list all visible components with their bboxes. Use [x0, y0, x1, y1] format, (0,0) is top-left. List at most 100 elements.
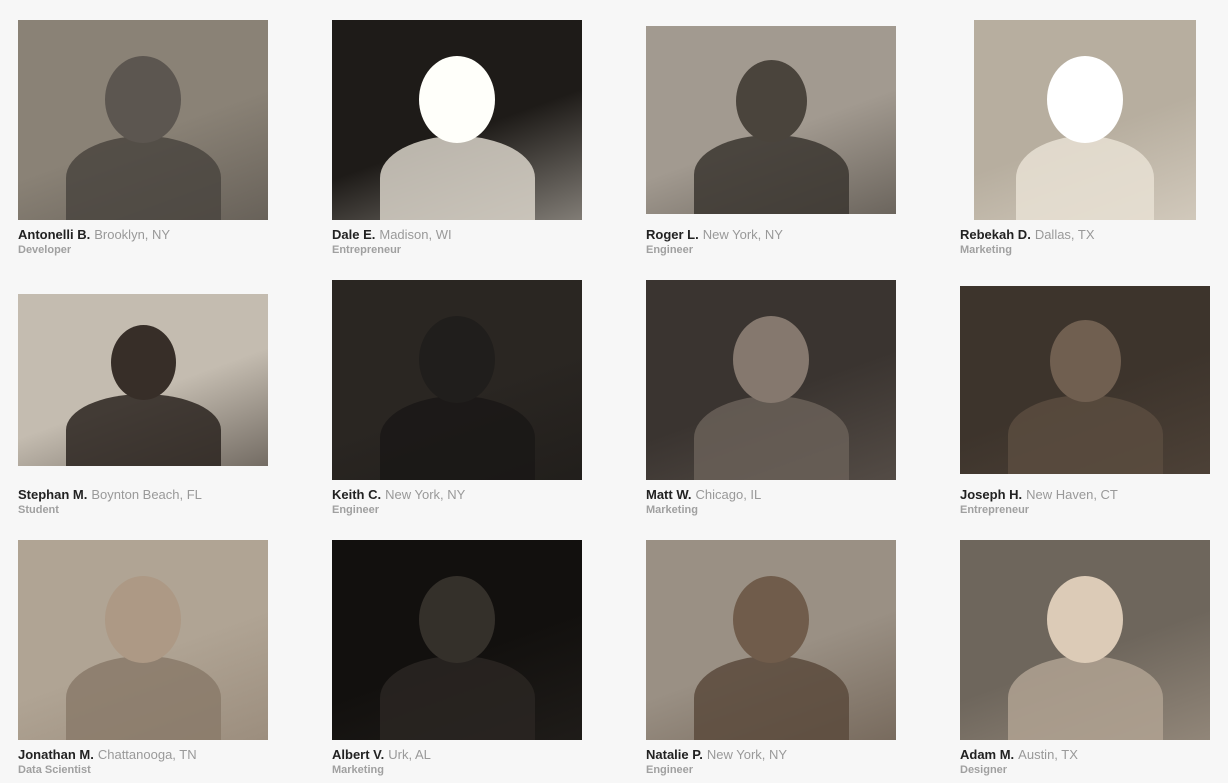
profile-location: New York, NY: [385, 487, 466, 502]
portrait-body-shape: [694, 135, 849, 214]
profile-photo[interactable]: [18, 294, 268, 466]
portrait-head-shape: [733, 576, 809, 663]
profile-card[interactable]: Rebekah D. Dallas, TX Marketing: [960, 20, 1210, 257]
profile-location: Austin, TX: [1018, 747, 1078, 762]
profile-role: Engineer: [646, 764, 694, 776]
profile-photo[interactable]: [332, 540, 582, 740]
profile-name[interactable]: Keith C.: [332, 487, 381, 502]
profile-name-line: Jonathan M. Chattanooga, TN: [18, 747, 268, 762]
portrait-head-shape: [733, 316, 809, 403]
profile-role: Data Scientist: [18, 764, 91, 776]
profile-location: Brooklyn, NY: [94, 227, 171, 242]
profile-photo-frame: [18, 280, 268, 480]
profile-photo[interactable]: [332, 20, 582, 220]
portrait-head-shape: [1047, 56, 1123, 143]
profile-location: New York, NY: [702, 227, 783, 242]
profile-card[interactable]: Antonelli B. Brooklyn, NY Developer: [18, 20, 268, 257]
profile-name-line: Roger L. New York, NY: [646, 227, 896, 242]
portrait-body-shape: [66, 656, 221, 740]
profile-card[interactable]: Jonathan M. Chattanooga, TN Data Scientist: [18, 540, 268, 777]
profile-name-line: Joseph H. New Haven, CT: [960, 487, 1210, 502]
profile-name[interactable]: Stephan M.: [18, 487, 87, 502]
profile-photo-frame: [960, 20, 1210, 220]
profile-role: Entrepreneur: [960, 504, 1030, 516]
profile-name[interactable]: Natalie P.: [646, 747, 703, 762]
portrait-body-shape: [66, 394, 221, 466]
profile-role: Designer: [960, 764, 1008, 776]
profile-role: Student: [18, 504, 59, 516]
profile-location: New York, NY: [706, 747, 788, 762]
portrait-head-shape: [419, 316, 495, 403]
profile-role: Engineer: [646, 244, 694, 256]
profile-photo-frame: [18, 20, 268, 220]
profile-photo[interactable]: [646, 26, 896, 214]
portrait-head-shape: [111, 325, 176, 400]
profile-card[interactable]: Stephan M. Boynton Beach, FL Student: [18, 280, 268, 517]
portrait-body-shape: [380, 656, 535, 740]
profile-photo[interactable]: [960, 540, 1210, 740]
portrait-body-shape: [694, 396, 849, 480]
profile-name-line: Stephan M. Boynton Beach, FL: [18, 487, 268, 502]
profile-name-line: Albert V. Urk, AL: [332, 747, 582, 762]
profile-card[interactable]: Roger L. New York, NY Engineer: [646, 20, 896, 257]
profile-name[interactable]: Jonathan M.: [18, 747, 94, 762]
profile-card[interactable]: Natalie P. New York, NY Engineer: [646, 540, 896, 777]
profile-role: Developer: [18, 244, 72, 256]
profile-location: New Haven, CT: [1026, 487, 1118, 502]
profile-photo-frame: [960, 280, 1210, 480]
profile-photo[interactable]: [646, 540, 896, 740]
profile-photo-frame: [646, 280, 896, 480]
profile-photo[interactable]: [18, 540, 268, 740]
profile-name-line: Matt W. Chicago, IL: [646, 487, 896, 502]
profile-photo[interactable]: [974, 20, 1196, 220]
profile-photo-frame: [646, 20, 896, 220]
profile-location: Chicago, IL: [695, 487, 762, 502]
portrait-head-shape: [105, 56, 181, 143]
profile-name-line: Keith C. New York, NY: [332, 487, 582, 502]
profile-card[interactable]: Albert V. Urk, AL Marketing: [332, 540, 582, 777]
profile-location: Chattanooga, TN: [97, 747, 197, 762]
profile-name[interactable]: Joseph H.: [960, 487, 1022, 502]
profile-card[interactable]: Keith C. New York, NY Engineer: [332, 280, 582, 517]
profile-role: Engineer: [332, 504, 380, 516]
profile-card[interactable]: Joseph H. New Haven, CT Entrepreneur: [960, 280, 1210, 517]
profile-photo[interactable]: [646, 280, 896, 480]
profile-name[interactable]: Dale E.: [332, 227, 375, 242]
profile-name[interactable]: Matt W.: [646, 487, 692, 502]
profile-name[interactable]: Rebekah D.: [960, 227, 1031, 242]
profile-card[interactable]: Dale E. Madison, WI Entrepreneur: [332, 20, 582, 257]
profile-location: Madison, WI: [379, 227, 452, 242]
profile-location: Dallas, TX: [1034, 227, 1095, 242]
profile-photo-frame: [646, 540, 896, 740]
profile-photo-frame: [332, 20, 582, 220]
profile-name-line: Rebekah D. Dallas, TX: [960, 227, 1210, 242]
profile-photo-frame: [960, 540, 1210, 740]
profile-photo-frame: [18, 540, 268, 740]
portrait-body-shape: [1008, 395, 1163, 474]
profile-card[interactable]: Adam M. Austin, TX Designer: [960, 540, 1210, 777]
profile-role: Marketing: [646, 504, 698, 516]
profile-name[interactable]: Roger L.: [646, 227, 699, 242]
profile-role: Entrepreneur: [332, 244, 402, 256]
portrait-head-shape: [419, 56, 495, 143]
profile-name-line: Antonelli B. Brooklyn, NY: [18, 227, 268, 242]
profile-name[interactable]: Antonelli B.: [18, 227, 90, 242]
portrait-body-shape: [380, 396, 535, 480]
portrait-head-shape: [105, 576, 181, 663]
portrait-head-shape: [1050, 320, 1121, 402]
profile-photo-frame: [332, 280, 582, 480]
profile-name[interactable]: Albert V.: [332, 747, 384, 762]
profile-name-line: Adam M. Austin, TX: [960, 747, 1210, 762]
profile-card[interactable]: Matt W. Chicago, IL Marketing: [646, 280, 896, 517]
portrait-head-shape: [1047, 576, 1123, 663]
portrait-body-shape: [66, 136, 221, 220]
profile-photo[interactable]: [960, 286, 1210, 474]
profile-photo[interactable]: [332, 280, 582, 480]
profile-name[interactable]: Adam M.: [960, 747, 1014, 762]
portrait-body-shape: [1016, 136, 1154, 220]
portrait-body-shape: [1008, 656, 1163, 740]
portrait-head-shape: [419, 576, 495, 663]
portrait-head-shape: [736, 60, 807, 142]
profile-photo[interactable]: [18, 20, 268, 220]
portrait-body-shape: [694, 656, 849, 740]
